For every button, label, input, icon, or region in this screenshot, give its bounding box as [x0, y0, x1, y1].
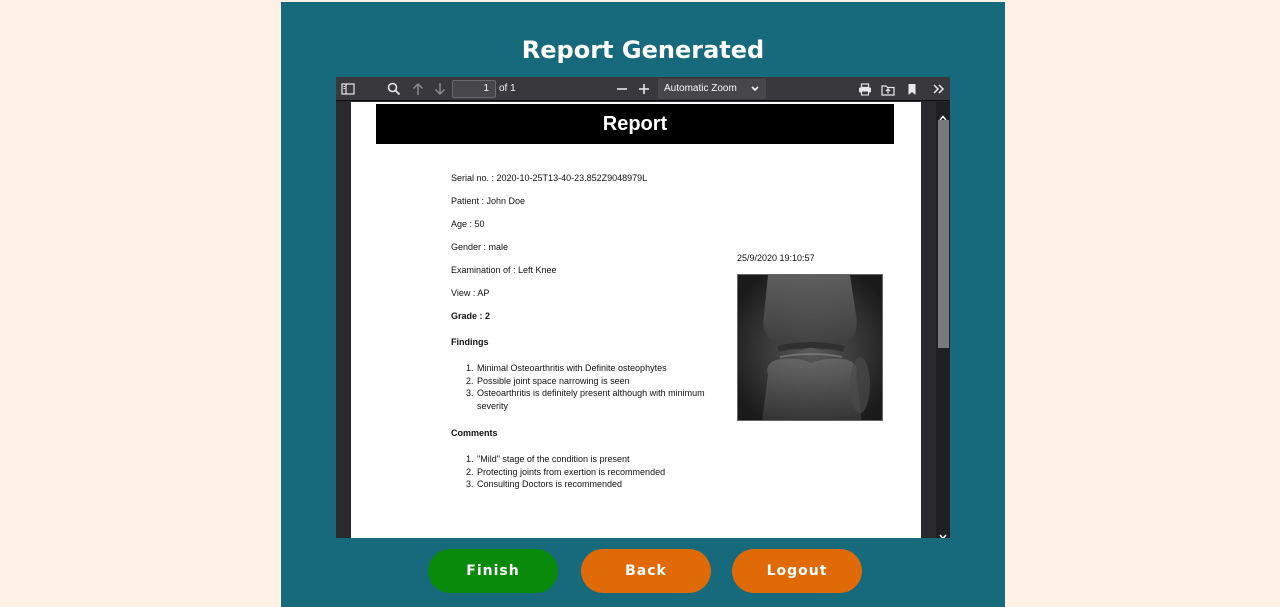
print-icon[interactable]: [856, 80, 874, 98]
comments-heading: Comments: [451, 428, 498, 438]
examination-site: Examination of : Left Knee: [451, 265, 557, 275]
tools-icon[interactable]: [930, 80, 948, 98]
report-page: Report Serial no. : 2020-10-25T13-40-23.…: [351, 102, 921, 538]
page-title: Report Generated: [521, 36, 765, 64]
zoom-in-icon[interactable]: [635, 80, 653, 98]
findings-list: 1. Minimal Osteoarthritis with Definite o…: [466, 362, 728, 412]
page-number-input[interactable]: 1: [452, 80, 496, 98]
document-area[interactable]: Report Serial no. : 2020-10-25T13-40-23.…: [336, 102, 936, 538]
xray-image: [737, 274, 883, 421]
patient-gender: Gender : male: [451, 242, 509, 252]
search-icon[interactable]: [385, 80, 403, 98]
document-scrollbar[interactable]: [936, 102, 950, 538]
pdf-viewer: 1 of 1 Automatic Zoom Report Serial no. …: [336, 77, 950, 538]
zoom-select[interactable]: Automatic Zoom: [658, 79, 766, 99]
scroll-down-icon[interactable]: [939, 526, 947, 538]
comments-list: 1. "Mild" stage of the condition is prese…: [466, 453, 728, 491]
zoom-out-icon[interactable]: [613, 80, 631, 98]
scrollbar-thumb[interactable]: [938, 120, 949, 348]
grade: Grade : 2: [451, 311, 491, 321]
finding-item: 2. Possible joint space narrowing is seen: [466, 375, 630, 386]
scroll-up-icon[interactable]: [939, 107, 947, 121]
logout-button[interactable]: Logout: [732, 549, 862, 593]
finish-button[interactable]: Finish: [428, 549, 558, 593]
patient-age: Age : 50: [451, 219, 485, 229]
comment-item: 2. Protecting joints from exertion is rec…: [466, 466, 666, 477]
back-button[interactable]: Back: [581, 549, 711, 593]
pdf-toolbar: 1 of 1 Automatic Zoom: [336, 77, 950, 101]
main-panel: Report Generated 1 of 1 Automatic Zoom R…: [281, 2, 1005, 607]
open-file-icon[interactable]: [879, 80, 897, 98]
report-timestamp: 25/9/2020 19:10:57: [737, 253, 815, 263]
patient-name: Patient : John Doe: [451, 196, 526, 206]
zoom-select-value: Automatic Zoom: [664, 83, 737, 94]
findings-heading: Findings: [451, 337, 489, 347]
comment-item: 1. "Mild" stage of the condition is prese…: [466, 454, 630, 464]
examination-view: View : AP: [451, 288, 490, 298]
bookmark-icon[interactable]: [903, 80, 921, 98]
sidebar-toggle-icon[interactable]: [339, 80, 357, 98]
serial-number: Serial no. : 2020-10-25T13-40-23.852Z904…: [451, 173, 648, 183]
finding-item: 1. Minimal Osteoarthritis with Definite o…: [466, 363, 667, 373]
finding-item: 3. Osteoarthritis is definitely present a…: [466, 388, 705, 411]
report-banner: Report: [376, 104, 894, 144]
arrow-down-icon[interactable]: [431, 80, 449, 98]
page-count-label: of 1: [499, 83, 516, 94]
arrow-up-icon[interactable]: [409, 80, 427, 98]
comment-item: 3. Consulting Doctors is recommended: [466, 479, 623, 490]
